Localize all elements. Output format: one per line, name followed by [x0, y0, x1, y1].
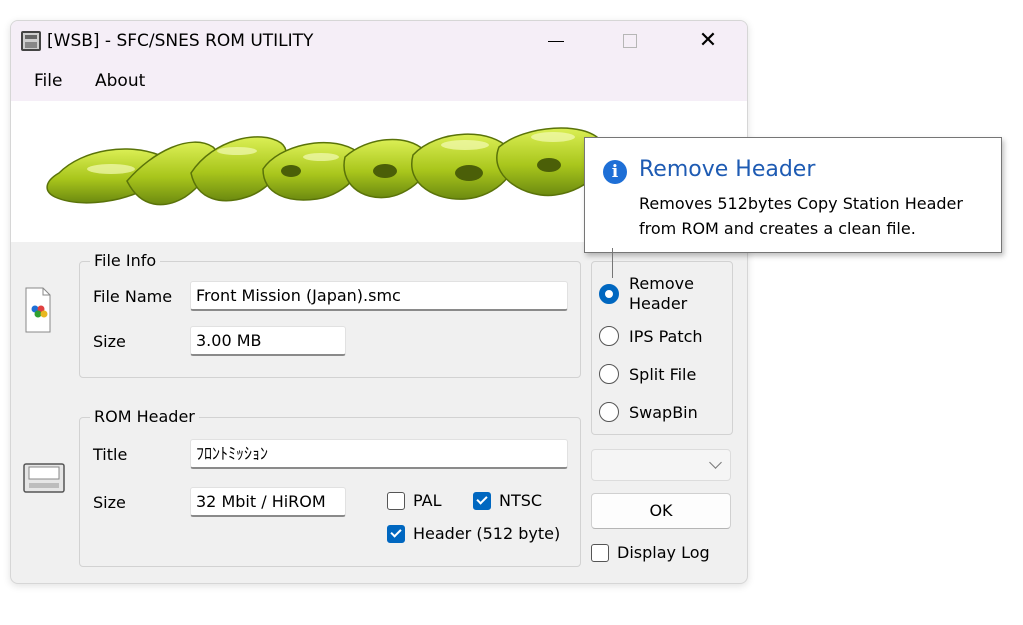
tooltip-text: Removes 512bytes Copy Station Header fro…	[639, 194, 963, 238]
floppy-app-icon	[21, 31, 41, 51]
close-button[interactable]: ✕	[685, 21, 731, 61]
radio-remove-header[interactable]: Remove Header	[599, 274, 709, 314]
radio-swapbin-dot	[599, 402, 619, 422]
header-512-checkbox[interactable]: Header (512 byte)	[387, 524, 560, 543]
ntsc-checkbox-label: NTSC	[499, 491, 543, 510]
close-icon: ✕	[698, 28, 718, 53]
pal-checkbox[interactable]: PAL	[387, 491, 441, 510]
minimize-icon	[548, 40, 564, 42]
radio-swapbin[interactable]: SwapBin	[599, 402, 698, 422]
ok-button[interactable]: OK	[591, 493, 731, 529]
rom-header-legend: ROM Header	[90, 407, 199, 426]
ntsc-checkbox[interactable]: NTSC	[473, 491, 542, 510]
pal-checkbox-label: PAL	[413, 491, 442, 510]
radio-ips-patch-dot	[599, 326, 619, 346]
display-log-checkbox-box	[591, 543, 609, 562]
wason-logo	[46, 127, 607, 206]
radio-ips-patch[interactable]: IPS Patch	[599, 326, 703, 346]
file-info-legend: File Info	[90, 251, 161, 270]
radio-ips-patch-label: IPS Patch	[629, 326, 703, 346]
radio-swapbin-label: SwapBin	[629, 402, 698, 422]
header-512-checkbox-label: Header (512 byte)	[413, 524, 561, 543]
radio-split-file-dot	[599, 364, 619, 384]
remove-header-tooltip: i Remove Header Removes 512bytes Copy St…	[584, 137, 1002, 278]
info-icon: i	[603, 160, 627, 184]
rom-file-icon	[25, 287, 51, 333]
window-title: [WSB] - SFC/SNES ROM UTILITY	[47, 31, 314, 51]
minimize-button[interactable]	[533, 21, 579, 61]
menu-file[interactable]: File	[34, 71, 62, 91]
file-name-label: File Name	[93, 287, 173, 306]
app-window: [WSB] - SFC/SNES ROM UTILITY ✕ File Abou…	[10, 20, 748, 584]
menu-bar: File About	[11, 61, 747, 101]
file-name-field[interactable]: Front Mission (Japan).smc	[190, 281, 568, 311]
tooltip-title: Remove Header	[639, 157, 816, 182]
rom-title-label: Title	[93, 445, 128, 464]
options-dropdown[interactable]	[591, 449, 731, 481]
file-size-field[interactable]: 3.00 MB	[190, 326, 346, 356]
file-info-group: File Info	[79, 251, 581, 378]
radio-remove-header-label: Remove Header	[629, 274, 694, 313]
rom-title-field[interactable]: ﾌﾛﾝﾄﾐｯｼｮﾝ	[190, 439, 568, 469]
rom-size-label: Size	[93, 493, 126, 512]
header-512-checkbox-box	[387, 524, 405, 543]
file-size-label: Size	[93, 332, 126, 351]
radio-remove-header-dot	[599, 284, 619, 304]
maximize-button[interactable]	[607, 21, 653, 61]
title-bar[interactable]: [WSB] - SFC/SNES ROM UTILITY ✕	[11, 21, 747, 61]
maximize-icon	[623, 34, 637, 48]
menu-about[interactable]: About	[95, 71, 145, 91]
pal-checkbox-box	[387, 491, 405, 510]
radio-split-file[interactable]: Split File	[599, 364, 696, 384]
chevron-down-icon	[709, 456, 722, 469]
tooltip-pointer	[612, 248, 613, 278]
ntsc-checkbox-box	[473, 491, 491, 510]
display-log-checkbox[interactable]: Display Log	[591, 543, 710, 562]
radio-split-file-label: Split File	[629, 364, 697, 384]
rom-size-field[interactable]: 32 Mbit / HiROM	[190, 487, 346, 517]
display-log-label: Display Log	[617, 543, 710, 562]
cartridge-icon	[23, 463, 65, 493]
